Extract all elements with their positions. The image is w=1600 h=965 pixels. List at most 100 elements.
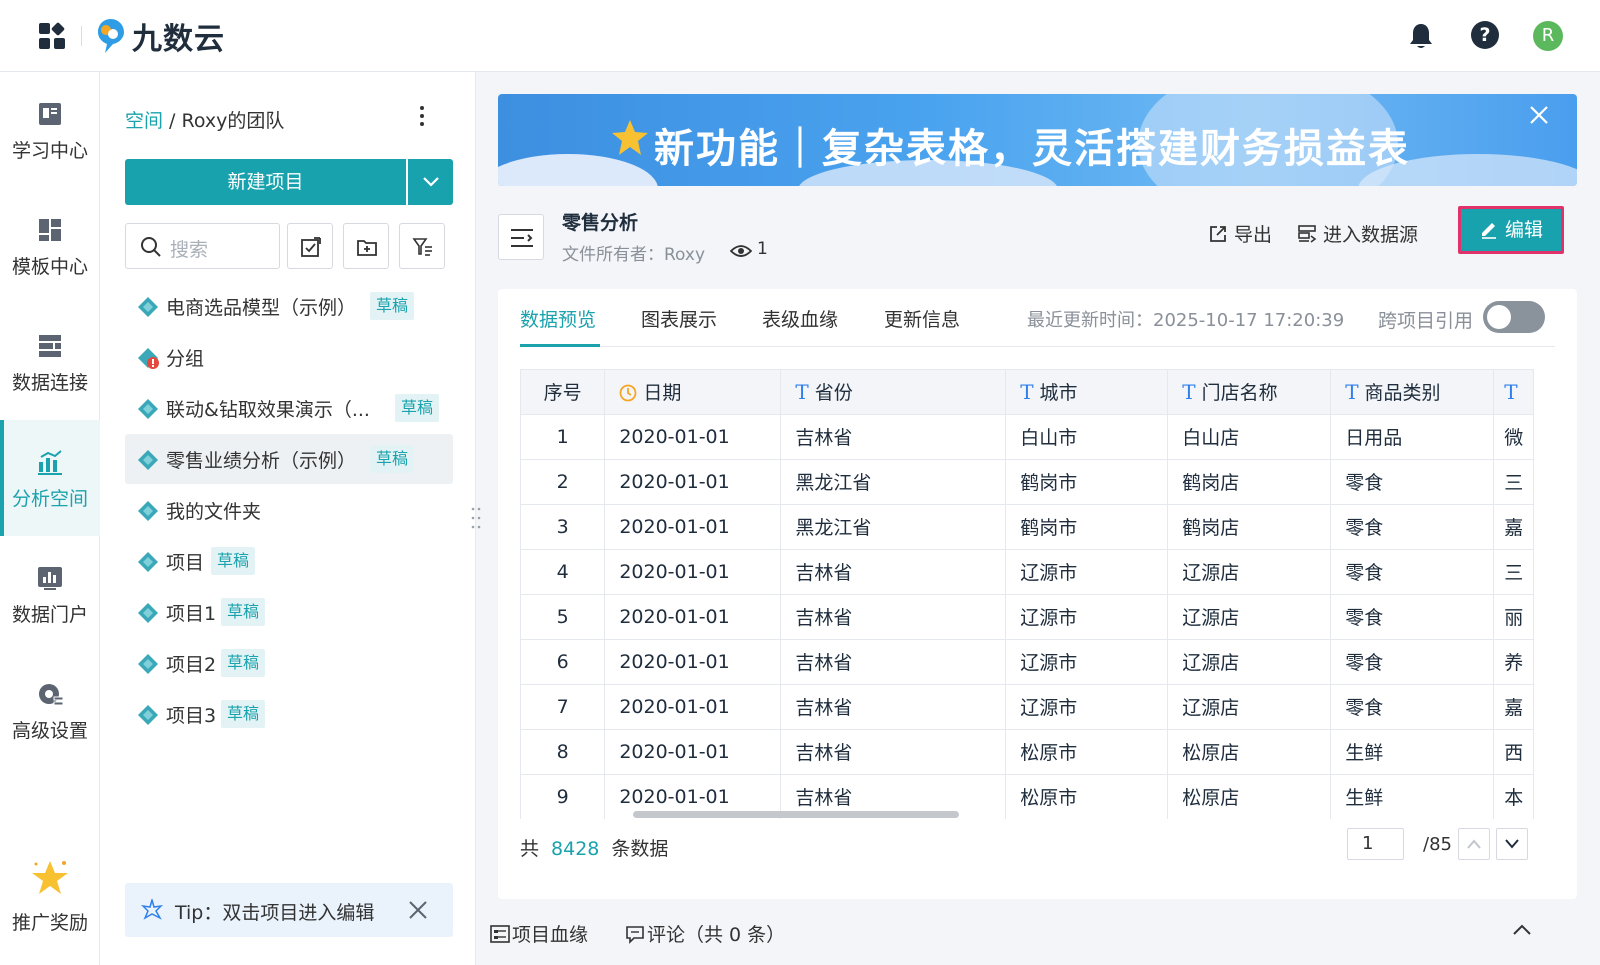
table-cell[interactable]: 嘉 xyxy=(1493,504,1534,550)
table-cell[interactable]: 辽源店 xyxy=(1167,549,1332,595)
table-cell[interactable]: 三 xyxy=(1493,459,1534,505)
project-lineage-button[interactable]: 项目血缘 xyxy=(490,920,588,947)
project-item-selected[interactable]: 零售业绩分析（示例） 草稿 xyxy=(125,434,453,484)
table-cell[interactable]: 鹤岗店 xyxy=(1167,504,1332,550)
nav-item-rewards[interactable]: 推广奖励 xyxy=(0,844,100,960)
table-cell[interactable]: 零食 xyxy=(1330,459,1495,505)
search-box[interactable]: 搜索 xyxy=(125,223,280,269)
batch-select-button[interactable] xyxy=(287,223,333,269)
avatar[interactable]: R xyxy=(1533,21,1563,51)
export-button[interactable]: 导出 xyxy=(1208,220,1272,247)
column-header-truncated[interactable]: T xyxy=(1493,370,1534,415)
table-cell[interactable]: 1 xyxy=(521,414,606,460)
column-header-date[interactable]: 日期 xyxy=(604,370,782,415)
breadcrumb-space-link[interactable]: 空间 xyxy=(125,110,163,132)
nav-item-learning[interactable]: 学习中心 xyxy=(0,72,100,188)
table-cell[interactable]: 2020-01-01 xyxy=(604,459,782,505)
project-item[interactable]: 电商选品模型（示例） 草稿 xyxy=(125,281,453,331)
table-cell[interactable]: 辽源店 xyxy=(1167,594,1332,640)
table-cell[interactable]: 鹤岗店 xyxy=(1167,459,1332,505)
table-cell[interactable]: 8 xyxy=(521,729,606,775)
table-cell[interactable]: 辽源市 xyxy=(1005,639,1169,685)
filter-sort-button[interactable] xyxy=(399,223,445,269)
table-cell[interactable]: 西 xyxy=(1493,729,1534,775)
table-cell[interactable]: 辽源店 xyxy=(1167,684,1332,730)
chevron-up-icon[interactable] xyxy=(1511,922,1533,938)
help-icon[interactable]: ? xyxy=(1471,21,1499,49)
table-cell[interactable]: 辽源市 xyxy=(1005,684,1169,730)
new-folder-button[interactable] xyxy=(343,223,389,269)
table-cell[interactable]: 零食 xyxy=(1330,684,1495,730)
logo[interactable]: 九数云 xyxy=(96,14,225,58)
table-cell[interactable]: 松原市 xyxy=(1005,729,1169,775)
table-cell[interactable]: 2 xyxy=(521,459,606,505)
table-cell[interactable]: 吉林省 xyxy=(780,729,1007,775)
table-cell[interactable]: 松原店 xyxy=(1167,729,1332,775)
table-cell[interactable]: 养 xyxy=(1493,639,1534,685)
table-cell[interactable]: 微 xyxy=(1493,414,1534,460)
table-cell[interactable]: 5 xyxy=(521,594,606,640)
table-cell[interactable]: 9 xyxy=(521,774,606,819)
table-cell[interactable]: 6 xyxy=(521,639,606,685)
table-cell[interactable]: 零食 xyxy=(1330,639,1495,685)
table-row[interactable]: 4 2020-01-01 吉林省 辽源市 辽源店 零食三 xyxy=(521,549,1534,595)
table-cell[interactable]: 7 xyxy=(521,684,606,730)
table-cell[interactable]: 辽源市 xyxy=(1005,594,1169,640)
nav-item-portal[interactable]: 数据门户 xyxy=(0,536,100,652)
open-datasource-button[interactable]: 进入数据源 xyxy=(1297,220,1418,247)
bell-icon[interactable] xyxy=(1408,22,1434,50)
table-cell[interactable]: 生鲜 xyxy=(1330,774,1495,819)
next-page-button[interactable] xyxy=(1496,828,1528,860)
page-number-input[interactable]: 1 xyxy=(1347,828,1404,860)
search-input[interactable]: 搜索 xyxy=(170,235,208,262)
project-item[interactable]: 项目1 草稿 xyxy=(125,587,453,637)
project-item[interactable]: 项目 草稿 xyxy=(125,536,453,586)
table-cell[interactable]: 白山店 xyxy=(1167,414,1332,460)
column-header-index[interactable]: 序号 xyxy=(521,370,606,415)
table-cell[interactable]: 4 xyxy=(521,549,606,595)
table-row[interactable]: 3 2020-01-01 黑龙江省 鹤岗市 鹤岗店 零食嘉 xyxy=(521,504,1534,550)
table-cell[interactable]: 3 xyxy=(521,504,606,550)
table-cell[interactable]: 吉林省 xyxy=(780,549,1007,595)
table-row[interactable]: 2 2020-01-01 黑龙江省 鹤岗市 鹤岗店 零食三 xyxy=(521,459,1534,505)
column-header-category[interactable]: T 商品类别 xyxy=(1330,370,1495,415)
project-group-item[interactable]: 分组 xyxy=(125,332,453,382)
table-cell[interactable]: 吉林省 xyxy=(780,639,1007,685)
cross-project-toggle[interactable] xyxy=(1483,301,1545,333)
table-cell[interactable]: 黑龙江省 xyxy=(780,504,1007,550)
nav-item-templates[interactable]: 模板中心 xyxy=(0,188,100,304)
horizontal-scrollbar[interactable] xyxy=(633,811,959,818)
tab-update-info[interactable]: 更新信息 xyxy=(884,305,960,332)
table-cell[interactable]: 2020-01-01 xyxy=(604,549,782,595)
feature-banner[interactable]: 新功能｜复杂表格，灵活搭建财务损益表 xyxy=(498,94,1577,186)
column-header-province[interactable]: T 省份 xyxy=(780,370,1007,415)
table-cell[interactable]: 松原店 xyxy=(1167,774,1332,819)
comments-button[interactable]: 评论（共 0 条） xyxy=(625,920,785,947)
table-cell[interactable]: 松原市 xyxy=(1005,774,1169,819)
data-table-container[interactable]: 序号 日期 T 省份 T 城市 T 门店名称 T 商品类别 T 1 2020-01-01 吉… xyxy=(520,369,1534,819)
table-cell[interactable]: 2020-01-01 xyxy=(604,504,782,550)
table-cell[interactable]: 日用品 xyxy=(1330,414,1495,460)
project-item[interactable]: 项目2 草稿 xyxy=(125,638,453,688)
prev-page-button[interactable] xyxy=(1458,828,1490,860)
table-cell[interactable]: 2020-01-01 xyxy=(604,594,782,640)
table-cell[interactable]: 白山市 xyxy=(1005,414,1169,460)
table-cell[interactable]: 2020-01-01 xyxy=(604,414,782,460)
column-header-store[interactable]: T 门店名称 xyxy=(1167,370,1332,415)
nav-item-settings[interactable]: 高级设置 xyxy=(0,652,100,768)
new-project-button[interactable]: 新建项目 xyxy=(125,159,406,205)
table-cell[interactable]: 丽 xyxy=(1493,594,1534,640)
table-cell[interactable]: 本 xyxy=(1493,774,1534,819)
nav-item-analysis[interactable]: 分析空间 xyxy=(0,420,100,536)
table-cell[interactable]: 2020-01-01 xyxy=(604,729,782,775)
table-cell[interactable]: 鹤岗市 xyxy=(1005,459,1169,505)
table-cell[interactable]: 辽源市 xyxy=(1005,549,1169,595)
table-cell[interactable]: 嘉 xyxy=(1493,684,1534,730)
nav-item-data-connect[interactable]: 数据连接 xyxy=(0,304,100,420)
column-header-city[interactable]: T 城市 xyxy=(1005,370,1169,415)
table-cell[interactable]: 黑龙江省 xyxy=(780,459,1007,505)
table-cell[interactable]: 辽源店 xyxy=(1167,639,1332,685)
edit-button[interactable]: 编辑 xyxy=(1458,206,1564,254)
tab-chart-display[interactable]: 图表展示 xyxy=(641,305,717,332)
more-options-icon[interactable] xyxy=(418,102,426,130)
